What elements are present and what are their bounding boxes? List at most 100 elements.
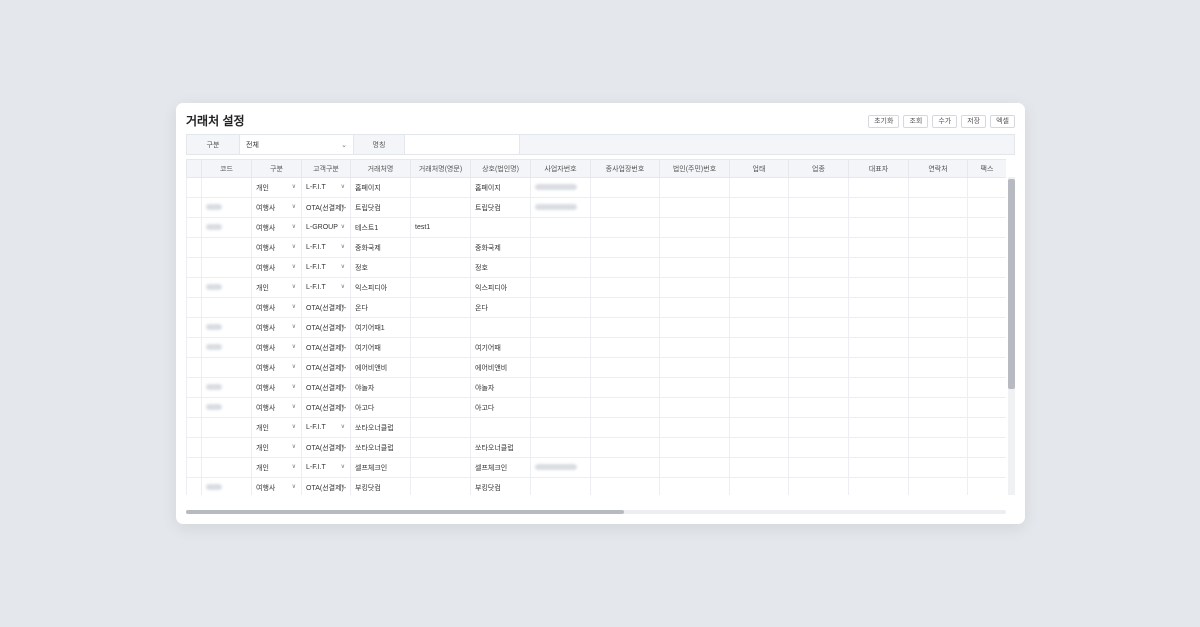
type-select[interactable]: 여행사 ∨ — [251, 217, 302, 238]
representative-cell[interactable] — [848, 417, 909, 438]
vertical-scrollbar[interactable] — [1008, 177, 1015, 495]
corp-resident-number-cell[interactable] — [659, 477, 730, 495]
client-name-en-cell[interactable] — [410, 377, 471, 398]
fax-cell[interactable] — [967, 197, 1006, 218]
code-cell[interactable] — [201, 397, 252, 418]
type-filter-select[interactable]: 전체 ⌄ — [239, 135, 354, 154]
contact-cell[interactable] — [908, 417, 968, 438]
column-header[interactable]: 업태 — [729, 159, 789, 178]
client-name-cell[interactable]: 트립닷컴 — [350, 197, 411, 218]
code-cell[interactable] — [201, 477, 252, 495]
business-item-cell[interactable] — [788, 277, 849, 298]
type-select[interactable]: 여행사 ∨ — [251, 357, 302, 378]
type-select[interactable]: 여행사 ∨ — [251, 237, 302, 258]
column-header[interactable]: 연락처 — [908, 159, 968, 178]
column-header[interactable]: 팩스 — [967, 159, 1006, 178]
customer-type-select[interactable]: OTA(선결제)- ∨ — [301, 437, 351, 458]
business-type-cell[interactable] — [729, 197, 789, 218]
contact-cell[interactable] — [908, 197, 968, 218]
business-type-cell[interactable] — [729, 397, 789, 418]
type-select[interactable]: 여행사 ∨ — [251, 317, 302, 338]
type-select[interactable]: 개인 ∨ — [251, 417, 302, 438]
customer-type-select[interactable]: OTA(선결제)- ∨ — [301, 197, 351, 218]
business-number-cell[interactable] — [530, 437, 591, 458]
horizontal-scroll-thumb[interactable] — [186, 510, 624, 514]
business-number-cell[interactable] — [530, 317, 591, 338]
table-row[interactable]: 개인 ∨ L-F.I.T ∨ 홈페이지 홈페이지 — [186, 177, 1006, 198]
business-number-cell[interactable] — [530, 177, 591, 198]
corp-resident-number-cell[interactable] — [659, 437, 730, 458]
client-name-cell[interactable]: 테스트1 — [350, 217, 411, 238]
business-number-cell[interactable] — [530, 417, 591, 438]
corporate-name-cell[interactable] — [470, 217, 531, 238]
client-name-cell[interactable]: 쏘타오너클럽 — [350, 437, 411, 458]
column-header[interactable]: 거래처명(영문) — [410, 159, 471, 178]
representative-cell[interactable] — [848, 197, 909, 218]
client-name-en-cell[interactable] — [410, 297, 471, 318]
customer-type-select[interactable]: OTA(선결제)- ∨ — [301, 317, 351, 338]
customer-type-select[interactable]: L-F.I.T ∨ — [301, 177, 351, 198]
business-type-cell[interactable] — [729, 437, 789, 458]
sub-workplace-number-cell[interactable] — [590, 457, 660, 478]
contact-cell[interactable] — [908, 457, 968, 478]
client-name-cell[interactable]: 온다 — [350, 297, 411, 318]
representative-cell[interactable] — [848, 237, 909, 258]
vertical-scroll-thumb[interactable] — [1008, 179, 1015, 389]
customer-type-select[interactable]: L-F.I.T ∨ — [301, 417, 351, 438]
corp-resident-number-cell[interactable] — [659, 457, 730, 478]
sub-workplace-number-cell[interactable] — [590, 297, 660, 318]
sub-workplace-number-cell[interactable] — [590, 337, 660, 358]
type-select[interactable]: 개인 ∨ — [251, 277, 302, 298]
representative-cell[interactable] — [848, 317, 909, 338]
business-type-cell[interactable] — [729, 217, 789, 238]
code-cell[interactable] — [201, 297, 252, 318]
client-name-cell[interactable]: 여기어때1 — [350, 317, 411, 338]
sub-workplace-number-cell[interactable] — [590, 437, 660, 458]
business-type-cell[interactable] — [729, 457, 789, 478]
type-select[interactable]: 여행사 ∨ — [251, 297, 302, 318]
business-type-cell[interactable] — [729, 357, 789, 378]
representative-cell[interactable] — [848, 477, 909, 495]
representative-cell[interactable] — [848, 177, 909, 198]
customer-type-select[interactable]: OTA(선결제)- ∨ — [301, 397, 351, 418]
business-type-cell[interactable] — [729, 177, 789, 198]
business-type-cell[interactable] — [729, 237, 789, 258]
business-item-cell[interactable] — [788, 317, 849, 338]
business-type-cell[interactable] — [729, 337, 789, 358]
corporate-name-cell[interactable]: 정호 — [470, 257, 531, 278]
business-item-cell[interactable] — [788, 397, 849, 418]
customer-type-select[interactable]: L-F.I.T ∨ — [301, 277, 351, 298]
save-button[interactable]: 저장 — [961, 115, 987, 128]
business-item-cell[interactable] — [788, 417, 849, 438]
sub-workplace-number-cell[interactable] — [590, 197, 660, 218]
corp-resident-number-cell[interactable] — [659, 237, 730, 258]
client-name-cell[interactable]: 익스피디아 — [350, 277, 411, 298]
business-item-cell[interactable] — [788, 357, 849, 378]
client-name-cell[interactable]: 야놀자 — [350, 377, 411, 398]
business-type-cell[interactable] — [729, 277, 789, 298]
business-type-cell[interactable] — [729, 297, 789, 318]
table-row[interactable]: 여행사 ∨ L-F.I.T ∨ 중화국제 중화국제 — [186, 237, 1006, 258]
code-cell[interactable] — [201, 437, 252, 458]
client-name-en-cell[interactable] — [410, 477, 471, 495]
contact-cell[interactable] — [908, 477, 968, 495]
corp-resident-number-cell[interactable] — [659, 297, 730, 318]
customer-type-select[interactable]: L-GROUP ∨ — [301, 217, 351, 238]
corp-resident-number-cell[interactable] — [659, 197, 730, 218]
contact-cell[interactable] — [908, 317, 968, 338]
code-cell[interactable] — [201, 197, 252, 218]
code-cell[interactable] — [201, 417, 252, 438]
column-header[interactable]: 업종 — [788, 159, 849, 178]
corporate-name-cell[interactable]: 홈페이지 — [470, 177, 531, 198]
table-row[interactable]: 여행사 ∨ OTA(선결제)- ∨ 아고다 아고다 — [186, 397, 1006, 418]
horizontal-scrollbar[interactable] — [186, 510, 1006, 514]
table-row[interactable]: 개인 ∨ L-F.I.T ∨ 셀프체크인 셀프체크인 — [186, 457, 1006, 478]
client-name-en-cell[interactable] — [410, 437, 471, 458]
corporate-name-cell[interactable] — [470, 317, 531, 338]
name-filter-input[interactable] — [404, 135, 520, 154]
table-row[interactable]: 여행사 ∨ OTA(선결제)- ∨ 여기어때1 — [186, 317, 1006, 338]
corp-resident-number-cell[interactable] — [659, 397, 730, 418]
client-name-en-cell[interactable] — [410, 257, 471, 278]
client-name-en-cell[interactable] — [410, 237, 471, 258]
representative-cell[interactable] — [848, 377, 909, 398]
